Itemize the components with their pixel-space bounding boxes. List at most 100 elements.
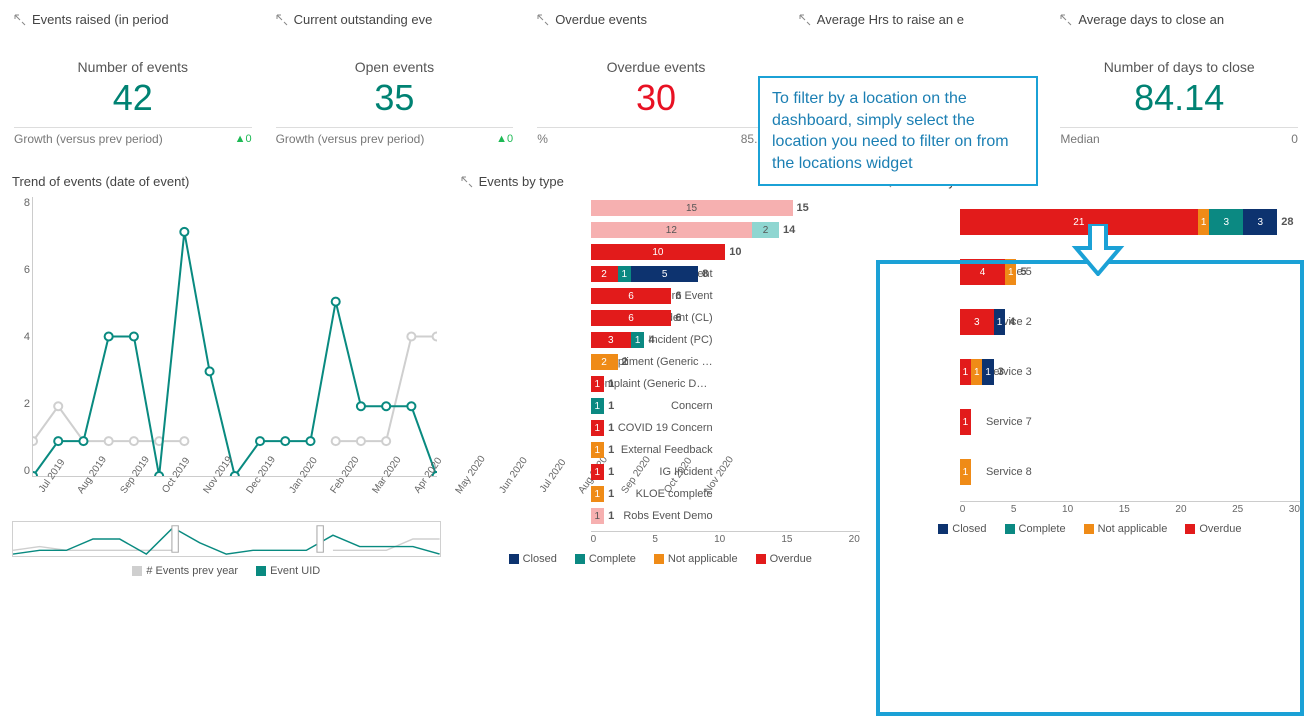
bar-segment[interactable]: 5: [631, 266, 698, 282]
bar-segment[interactable]: 3: [591, 332, 631, 348]
bar-row[interactable]: Incident (PC)314: [591, 329, 860, 351]
kpi-footer-right: 0: [1291, 132, 1298, 146]
bar-total: 4: [1009, 316, 1015, 328]
kpi-footer-right: ▲0: [235, 133, 252, 145]
kpi-title-text: Events raised (in period: [32, 12, 169, 27]
bar-row[interactable]: Service 81: [960, 447, 1300, 497]
bar-row[interactable]: IG Incident11: [591, 461, 860, 483]
legend-item[interactable]: Complete: [1005, 523, 1066, 535]
legend-item[interactable]: Overdue: [1185, 523, 1241, 535]
bar-segment[interactable]: 1: [960, 409, 971, 435]
legend-item[interactable]: Complete: [575, 553, 636, 565]
bar-segment[interactable]: 3: [1243, 209, 1277, 235]
bar-segment[interactable]: 1: [631, 332, 644, 348]
chart-title-text: Trend of events (date of event): [12, 174, 189, 189]
bar-row[interactable]: Care Concern Event66: [591, 285, 860, 307]
bar-row[interactable]: Untoward Event (SC)12214: [591, 219, 860, 241]
bar-segment[interactable]: 1: [591, 376, 604, 392]
range-slider[interactable]: [12, 521, 441, 557]
bar-segment[interactable]: 6: [591, 288, 672, 304]
kpi-subtitle: Number of days to close: [1060, 59, 1298, 75]
bar-total: 15: [797, 202, 809, 214]
bar-segment[interactable]: 1: [618, 266, 631, 282]
bar-row[interactable]: Incident (Generic Dem…1010: [591, 241, 860, 263]
bar-segment[interactable]: 1: [960, 459, 971, 485]
bar-segment[interactable]: 15: [591, 200, 793, 216]
bar-row[interactable]: Compliment2158: [591, 263, 860, 285]
bar-segment[interactable]: 1: [591, 486, 604, 502]
legend-item[interactable]: Closed: [509, 553, 557, 565]
bar-segment[interactable]: 2: [591, 266, 618, 282]
bar-total: 6: [675, 312, 681, 324]
bar-segment[interactable]: 1: [1198, 209, 1209, 235]
bar-segment[interactable]: 10: [591, 244, 726, 260]
bar-segment[interactable]: 12: [591, 222, 753, 238]
kpi-title-text: Current outstanding eve: [294, 12, 433, 27]
bar-row[interactable]: Complaint1515: [591, 197, 860, 219]
bar-segment[interactable]: 3: [1209, 209, 1243, 235]
kpi-value: 30: [537, 77, 775, 119]
kpi-avg-days-close[interactable]: Average days to close an Number of days …: [1052, 6, 1306, 158]
bar-segment[interactable]: 1: [591, 398, 604, 414]
bar-segment[interactable]: 2: [591, 354, 618, 370]
bar-total: 1: [608, 378, 614, 390]
focus-icon: [14, 14, 26, 26]
kpi-title-text: Average days to close an: [1078, 12, 1224, 27]
bar-segment[interactable]: 1: [591, 508, 604, 524]
kpi-current-outstanding[interactable]: Current outstanding eve Open events 35 G…: [268, 6, 522, 158]
legend-item[interactable]: Overdue: [756, 553, 812, 565]
bar-row[interactable]: Concern11: [591, 395, 860, 417]
bar-segment[interactable]: 1: [982, 359, 993, 385]
bar-segment[interactable]: 1: [591, 442, 604, 458]
focus-icon: [1060, 14, 1072, 26]
x-axis: 05101520: [591, 531, 860, 545]
bar-total: 1: [608, 400, 614, 412]
focus-icon: [461, 176, 473, 188]
bar-row[interactable]: Compliment (Generic …22: [591, 351, 860, 373]
kpi-row: Events raised (in period Number of event…: [6, 6, 1306, 158]
bar-segment[interactable]: 1: [960, 359, 971, 385]
bar-segment[interactable]: 4: [960, 259, 1005, 285]
bar-row[interactable]: Service 31113: [960, 347, 1300, 397]
bar-total: 8: [702, 268, 708, 280]
legend-item[interactable]: Event UID: [256, 565, 320, 577]
kpi-value: 84.14: [1060, 77, 1298, 119]
y-axis: 86420: [12, 197, 30, 477]
bar-segment[interactable]: 2: [752, 222, 779, 238]
bar-segment[interactable]: 3: [960, 309, 994, 335]
legend-item[interactable]: Closed: [938, 523, 986, 535]
kpi-subtitle: Overdue events: [537, 59, 775, 75]
legend-item[interactable]: Not applicable: [1084, 523, 1168, 535]
bar-row[interactable]: External Feedback11: [591, 439, 860, 461]
kpi-title-text: Overdue events: [555, 12, 647, 27]
kpi-overdue-events[interactable]: Overdue events Overdue events 30 % 85.7%: [529, 6, 783, 158]
type-legend: Closed Complete Not applicable Overdue: [461, 553, 860, 565]
bar-segment[interactable]: 1: [994, 309, 1005, 335]
kpi-title-text: Average Hrs to raise an e: [817, 12, 964, 27]
trend-of-events-chart[interactable]: Trend of events (date of event) 86420 Ju…: [6, 168, 447, 587]
bar-total: 28: [1281, 216, 1293, 228]
bar-segment[interactable]: 1: [971, 359, 982, 385]
bar-row[interactable]: Service 71: [960, 397, 1300, 447]
bar-row[interactable]: Complaint (Generic De…11: [591, 373, 860, 395]
bar-row[interactable]: Service 12113328: [960, 197, 1300, 247]
bar-row[interactable]: Service 2314: [960, 297, 1300, 347]
bar-row[interactable]: Clinical Incident (CL)66: [591, 307, 860, 329]
bar-row[interactable]: Robs Event Demo11: [591, 505, 860, 527]
bar-segment[interactable]: 1: [591, 420, 604, 436]
legend-item[interactable]: # Events prev year: [132, 565, 238, 577]
x-axis: 051015202530: [960, 501, 1300, 515]
kpi-subtitle: Number of events: [14, 59, 252, 75]
legend-item[interactable]: Not applicable: [654, 553, 738, 565]
bar-total: 1: [608, 466, 614, 478]
trend-legend: # Events prev year Event UID: [12, 565, 441, 577]
bar-row[interactable]: Service 5415: [960, 247, 1300, 297]
bar-segment[interactable]: 1: [591, 464, 604, 480]
kpi-events-raised[interactable]: Events raised (in period Number of event…: [6, 6, 260, 158]
bar-segment[interactable]: 6: [591, 310, 672, 326]
bar-segment[interactable]: 1: [1005, 259, 1016, 285]
bar-row[interactable]: COVID 19 Concern11: [591, 417, 860, 439]
bar-total: 2: [622, 356, 628, 368]
events-by-type-chart[interactable]: Events by type Complaint1515Untoward Eve…: [455, 168, 866, 587]
bar-row[interactable]: KLOE complete11: [591, 483, 860, 505]
